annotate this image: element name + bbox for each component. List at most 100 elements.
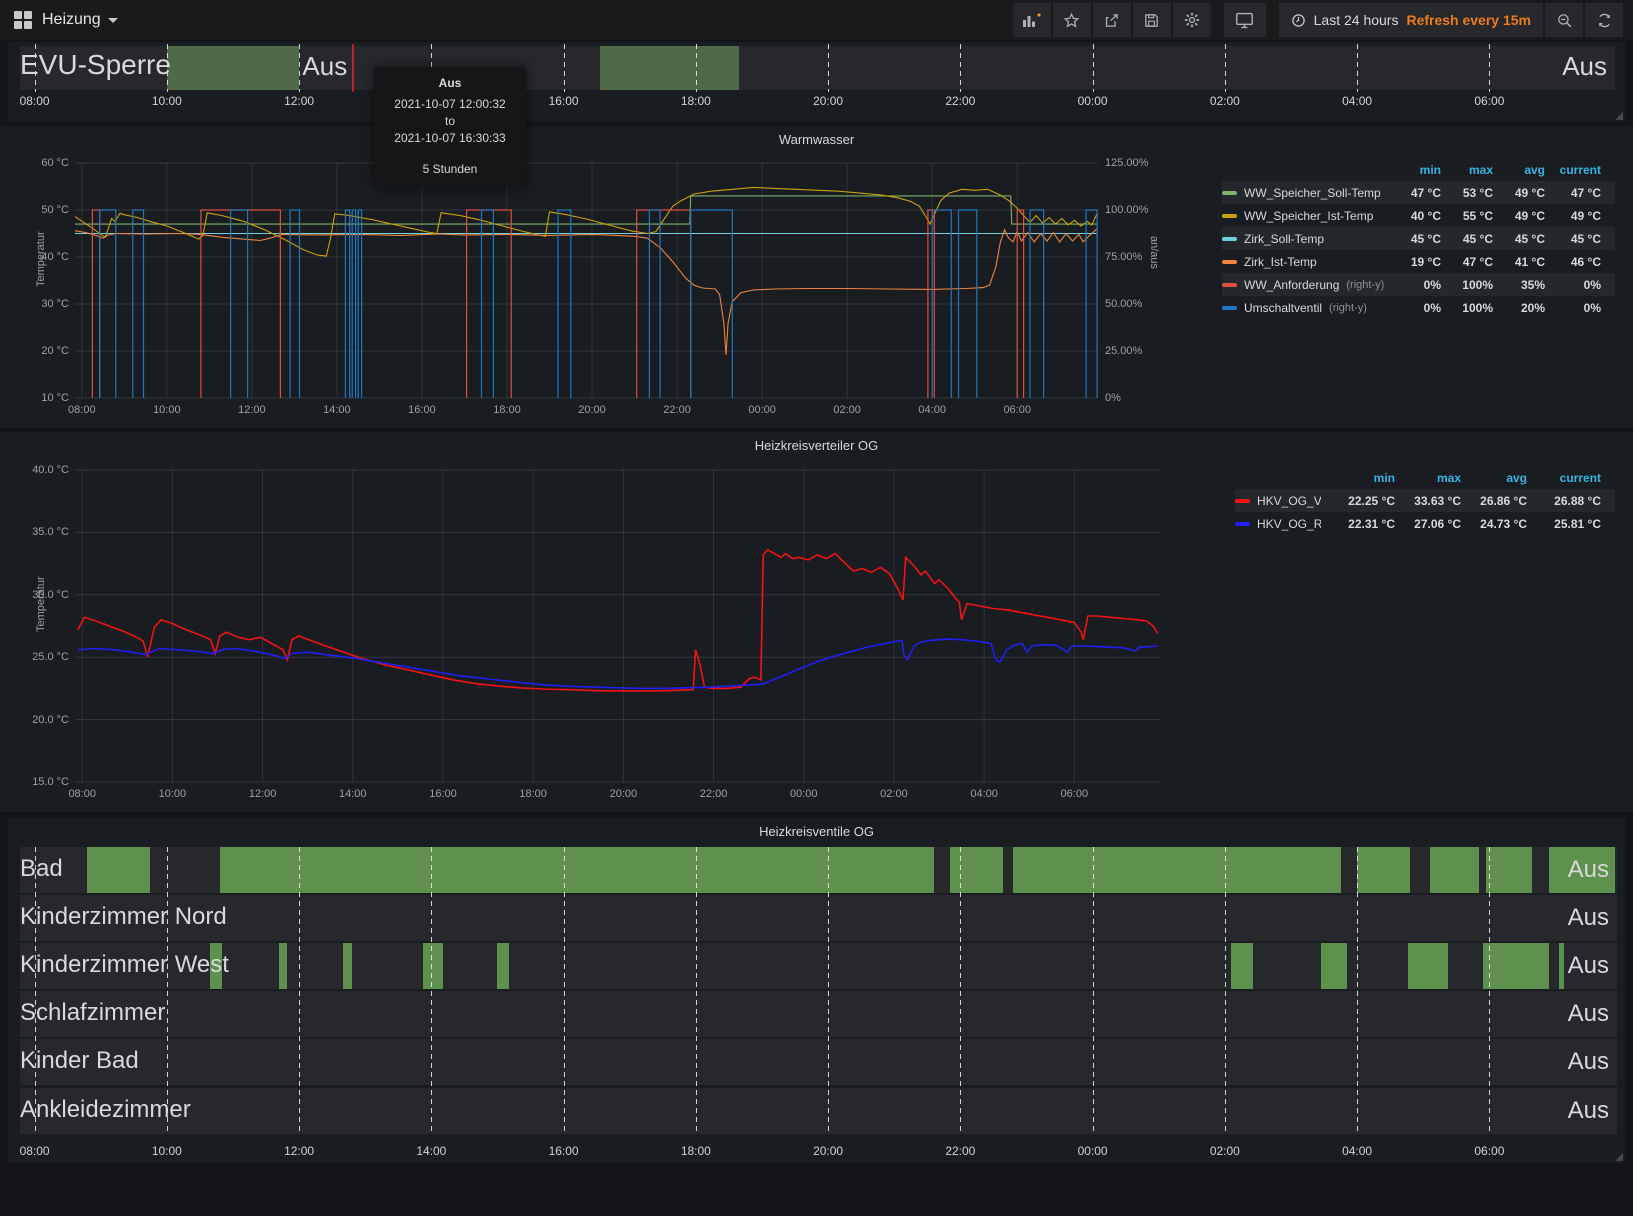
evu-state-value-right: Aus — [1562, 51, 1607, 82]
grafana-dashboard: Heizung — [0, 0, 1633, 1216]
y2tick-100.00%: 100.00% — [1105, 204, 1148, 216]
monitor-icon — [1235, 12, 1254, 29]
time-tick-04:00: 04:00 — [1342, 94, 1372, 108]
grafana-logo-icon[interactable] — [14, 11, 32, 29]
legend-header-current: current — [1527, 471, 1601, 485]
star-button[interactable] — [1053, 3, 1091, 37]
legend-value-max: 33.63 °C — [1395, 494, 1461, 508]
save-button[interactable] — [1133, 3, 1171, 37]
time-tick-20:00: 20:00 — [813, 1144, 843, 1158]
panel-title[interactable]: Heizkreisventile OG — [8, 824, 1625, 839]
ytick-20.0 °C: 20.0 °C — [29, 714, 69, 726]
time-tick-20:00: 20:00 — [578, 404, 606, 416]
legend-series-name: Zirk_Ist-Temp — [1244, 255, 1317, 269]
grid-line-18 — [696, 44, 697, 92]
legend-series-Zirk_Soll-Temp[interactable]: Zirk_Soll-Temp — [1222, 232, 1385, 246]
tv-mode-button[interactable] — [1224, 3, 1266, 37]
time-tick-04:00: 04:00 — [918, 404, 946, 416]
warmwasser-ylabel: Temperatur — [35, 231, 47, 287]
legend-header-max: max — [1395, 471, 1461, 485]
time-tick-08:00: 08:00 — [20, 1144, 50, 1158]
legend-axis-note: (right-y) — [1329, 302, 1367, 314]
legend-value-avg: 20% — [1493, 301, 1545, 315]
legend-row: WW_Speicher_Soll-Temp47 °C53 °C49 °C47 °… — [1222, 181, 1615, 204]
y2tick-50.00%: 50.00% — [1105, 298, 1142, 310]
time-tick-12:00: 12:00 — [249, 788, 277, 800]
grid-line-18 — [696, 847, 697, 1134]
row-strip-Kinderzimmer Nord — [20, 895, 1617, 941]
legend-header: minmaxavgcurrent — [1235, 466, 1615, 489]
legend-value-current: 26.88 °C — [1527, 494, 1601, 508]
panel-evu-sperre: EVU-SperreAusAus08:0010:0012:0014:0016:0… — [8, 42, 1625, 122]
grid-line-24 — [1093, 44, 1094, 92]
panel-title[interactable]: Warmwasser — [0, 132, 1633, 147]
legend-header: minmaxavgcurrent — [1222, 158, 1615, 181]
valve-on-block — [1483, 943, 1549, 989]
grid-line-28 — [1357, 44, 1358, 92]
valve-on-block — [1430, 847, 1480, 893]
dashboard-title-dropdown[interactable]: Heizung — [42, 11, 118, 29]
legend-series-WW_Anforderung[interactable]: WW_Anforderung(right-y) — [1222, 278, 1385, 292]
legend-series-Zirk_Ist-Temp[interactable]: Zirk_Ist-Temp — [1222, 255, 1385, 269]
legend-series-HKV_OG_RL[interactable]: HKV_OG_RL — [1235, 517, 1321, 531]
settings-button[interactable] — [1173, 3, 1211, 37]
panel-warmwasser: Warmwasser60 °C50 °C40 °C30 °C20 °C10 °C… — [0, 126, 1633, 428]
grid-line-12 — [299, 847, 300, 1134]
time-axis: 08:0010:0012:0014:0016:0018:0020:0022:00… — [0, 94, 1633, 110]
grid-line-30 — [1489, 847, 1490, 1134]
evu-on-block — [600, 46, 739, 90]
time-tick-02:00: 02:00 — [1210, 1144, 1240, 1158]
legend-series-WW_Speicher_Soll-Temp[interactable]: WW_Speicher_Soll-Temp — [1222, 186, 1385, 200]
panel-heizkreisverteiler-og: Heizkreisverteiler OG40.0 °C35.0 °C30.0 … — [0, 432, 1633, 812]
legend-series-WW_Speicher_Ist-Temp[interactable]: WW_Speicher_Ist-Temp — [1222, 209, 1385, 223]
valve-on-block — [1357, 847, 1410, 893]
tooltip-duration: 5 Stunden — [386, 161, 514, 178]
time-tick-16:00: 16:00 — [549, 1144, 579, 1158]
ytick-40.0 °C: 40.0 °C — [29, 464, 69, 476]
panel-resize-handle[interactable] — [1615, 1153, 1623, 1161]
legend-value-min: 40 °C — [1385, 209, 1441, 223]
time-picker-button[interactable]: Last 24 hours Refresh every 15m — [1279, 3, 1543, 37]
panel-title[interactable]: Heizkreisverteiler OG — [0, 438, 1633, 453]
valve-row-label: Kinderzimmer West — [20, 951, 229, 979]
time-tick-06:00: 06:00 — [1474, 1144, 1504, 1158]
save-icon — [1143, 12, 1160, 29]
share-button[interactable] — [1093, 3, 1131, 37]
time-tick-08:00: 08:00 — [68, 788, 96, 800]
time-tick-18:00: 18:00 — [493, 404, 521, 416]
tooltip-to-word: to — [386, 113, 514, 130]
grid-line-16 — [564, 44, 565, 92]
legend-value-min: 22.31 °C — [1321, 517, 1395, 531]
star-icon — [1063, 12, 1080, 29]
time-tick-02:00: 02:00 — [880, 788, 908, 800]
legend-swatch — [1222, 214, 1237, 218]
time-tick-14:00: 14:00 — [416, 1144, 446, 1158]
legend-series-HKV_OG_VL[interactable]: HKV_OG_VL — [1235, 494, 1321, 508]
time-tick-00:00: 00:00 — [748, 404, 776, 416]
zoom-out-button[interactable] — [1545, 3, 1583, 37]
legend-value-min: 45 °C — [1385, 232, 1441, 246]
valve-on-block — [87, 847, 150, 893]
panel-resize-handle[interactable] — [1615, 112, 1623, 120]
legend-header-max: max — [1441, 163, 1493, 177]
time-tick-18:00: 18:00 — [681, 94, 711, 108]
legend-row: WW_Speicher_Ist-Temp40 °C55 °C49 °C49 °C — [1222, 204, 1615, 227]
legend-series-Umschaltventil[interactable]: Umschaltventil(right-y) — [1222, 301, 1385, 315]
legend-header-min: min — [1321, 471, 1395, 485]
time-tick-06:00: 06:00 — [1061, 788, 1089, 800]
tooltip-from: 2021-10-07 12:00:32 — [386, 96, 514, 113]
add-panel-button[interactable] — [1013, 3, 1051, 37]
legend-swatch — [1235, 522, 1250, 526]
ytick-50 °C: 50 °C — [29, 204, 69, 216]
refresh-button[interactable] — [1585, 3, 1623, 37]
grid-line-16 — [564, 847, 565, 1134]
legend-value-min: 19 °C — [1385, 255, 1441, 269]
series-HKV_OG_RL — [78, 639, 1158, 688]
grid-line-30 — [1489, 44, 1490, 92]
time-range-label: Last 24 hours — [1314, 12, 1399, 28]
grid-line-20 — [828, 44, 829, 92]
legend-value-current: 0% — [1545, 301, 1601, 315]
legend-value-avg: 35% — [1493, 278, 1545, 292]
legend-value-max: 45 °C — [1441, 232, 1493, 246]
gear-icon — [1183, 11, 1201, 29]
